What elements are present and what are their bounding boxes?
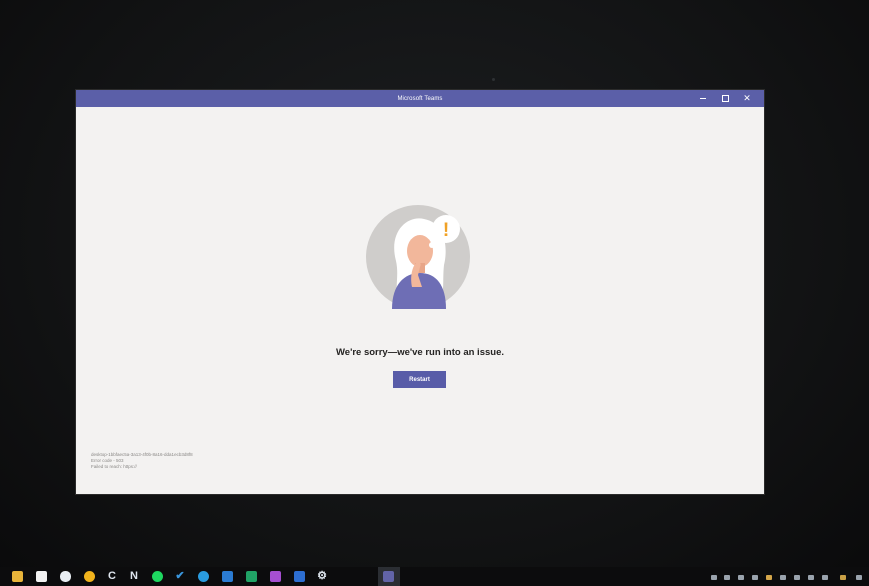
thought-bubble-small [429, 242, 435, 248]
mail-icon[interactable] [60, 571, 71, 582]
exclamation-icon: ! [443, 220, 449, 241]
spotify-icon[interactable] [152, 571, 163, 582]
tray-notification-icon[interactable] [856, 575, 862, 580]
window-title: Microsoft Teams [397, 95, 443, 102]
tray-chevron-icon[interactable] [711, 575, 717, 580]
error-content: ! We're sorry—we've run into an issue. R… [76, 107, 764, 494]
close-button[interactable]: ✕ [736, 90, 758, 107]
teams-window: Microsoft Teams ✕ ! We're sorry—we've ru… [76, 90, 764, 494]
window-controls: ✕ [692, 90, 758, 107]
minimize-button[interactable] [692, 90, 714, 107]
tray-app-icon[interactable] [780, 575, 786, 580]
error-illustration: ! [366, 205, 470, 309]
tray-cloud-icon[interactable] [752, 575, 758, 580]
restart-button[interactable]: Restart [393, 371, 446, 388]
error-heading: We're sorry—we've run into an issue. [335, 347, 504, 358]
notion-icon[interactable]: N [128, 569, 140, 583]
tray-app-icon[interactable] [724, 575, 730, 580]
minimize-icon [700, 98, 706, 99]
maximize-icon [721, 95, 729, 102]
tray-battery-icon[interactable] [808, 575, 814, 580]
file-explorer-icon[interactable] [12, 571, 23, 582]
teams-icon[interactable] [383, 571, 394, 582]
title-bar[interactable]: Microsoft Teams ✕ [76, 90, 764, 107]
tray-app-icon[interactable] [738, 575, 744, 580]
tray-app-icon[interactable] [766, 575, 772, 580]
close-icon: ✕ [743, 93, 751, 103]
word-icon[interactable] [222, 571, 233, 582]
excel-icon[interactable] [246, 571, 257, 582]
onenote-icon[interactable] [270, 571, 281, 582]
store-icon[interactable] [36, 571, 47, 582]
outlook-icon[interactable] [294, 571, 305, 582]
backdrop-speck [492, 78, 495, 81]
c-app-icon[interactable]: C [106, 569, 118, 583]
face-shape [407, 235, 433, 267]
tray-app-icon[interactable] [840, 575, 846, 580]
todo-icon[interactable]: ✔ [174, 569, 186, 583]
settings-icon[interactable]: ⚙ [316, 569, 328, 583]
tray-network-icon[interactable] [794, 575, 800, 580]
chrome-icon[interactable] [84, 571, 95, 582]
edge-icon[interactable] [198, 571, 209, 582]
maximize-button[interactable] [714, 90, 736, 107]
diagnostics-info: desktop-1bbfaec5a-3a13-4f0b-8a16-dda1ecb… [91, 452, 193, 471]
diagnostics-failed-url: Failed to reach: https:// [91, 464, 137, 470]
tray-volume-icon[interactable] [822, 575, 828, 580]
